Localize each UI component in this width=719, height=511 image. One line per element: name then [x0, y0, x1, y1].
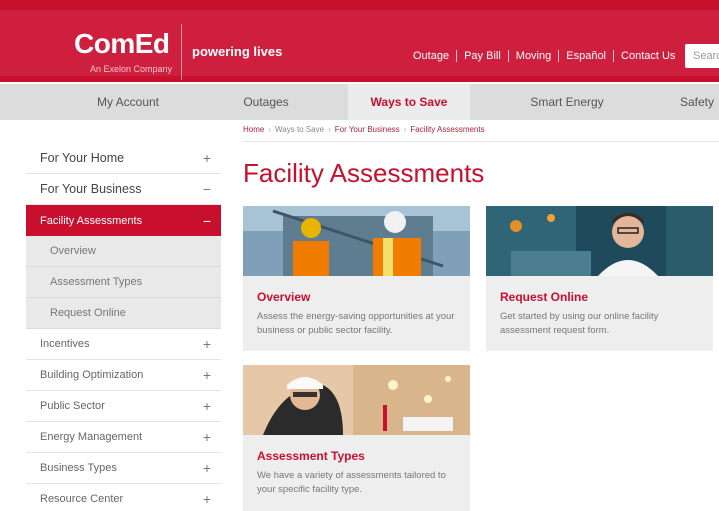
sidebar-item-business-types[interactable]: Business Types +	[26, 453, 221, 484]
workers-photo	[243, 206, 470, 276]
card-title: Assessment Types	[257, 449, 365, 463]
sidebar-item-label: Facility Assessments	[40, 214, 143, 227]
card-request-online[interactable]: Request Online Get started by using our …	[486, 206, 713, 351]
nav-ways-to-save[interactable]: Ways to Save	[348, 84, 470, 120]
sidebar-item-label: Incentives	[40, 338, 90, 350]
sidebar-subitem-assessment-types[interactable]: Assessment Types	[26, 267, 221, 298]
minus-icon: −	[202, 181, 211, 197]
plus-icon: +	[202, 491, 211, 507]
sidebar-item-label: Business Types	[40, 462, 117, 474]
breadcrumb: Home › Ways to Save › For Your Business …	[243, 125, 485, 134]
nav-smart-energy[interactable]: Smart Energy	[500, 84, 634, 120]
card-overview[interactable]: Overview Assess the energy-saving opport…	[243, 206, 470, 351]
plus-icon: +	[202, 398, 211, 414]
engineer-photo	[243, 365, 470, 435]
plus-icon: +	[202, 150, 211, 166]
tagline: powering lives	[192, 44, 283, 59]
card-title: Overview	[257, 290, 311, 304]
sidebar-item-label: For Your Business	[40, 182, 142, 196]
contact-us-link[interactable]: Contact Us	[614, 50, 682, 62]
sidebar-item-label: For Your Home	[40, 151, 125, 165]
plus-icon: +	[202, 367, 211, 383]
sidebar-item-label: Assessment Types	[50, 276, 143, 288]
nav-outages[interactable]: Outages	[208, 84, 324, 120]
logo-subtitle: An Exelon Company	[90, 64, 173, 74]
card-description: Get started by using our online facility…	[500, 311, 659, 336]
site-header: ComEd An Exelon Company powering lives O…	[0, 0, 719, 82]
page-title: Facility Assessments	[243, 158, 485, 188]
breadcrumb-divider	[243, 141, 719, 142]
sidebar-item-incentives[interactable]: Incentives +	[26, 329, 221, 360]
sidebar-subitem-overview[interactable]: Overview	[26, 236, 221, 267]
sidebar-item-for-your-business[interactable]: For Your Business −	[26, 174, 221, 205]
sidebar-item-label: Overview	[50, 245, 96, 257]
sidebar-item-label: Building Optimization	[40, 369, 144, 381]
search-input[interactable]: Searc	[685, 44, 719, 68]
sidebar-item-label: Request Online	[50, 307, 126, 319]
card-description: Assess the energy-saving opportunities a…	[257, 311, 455, 336]
breadcrumb-ways-to-save[interactable]: Ways to Save	[275, 125, 324, 134]
minus-icon: −	[202, 212, 211, 229]
sidebar-item-public-sector[interactable]: Public Sector +	[26, 391, 221, 422]
sidebar-item-building-optimization[interactable]: Building Optimization +	[26, 360, 221, 391]
espanol-link[interactable]: Español	[559, 50, 615, 62]
comed-logo[interactable]: ComEd An Exelon Company	[26, 24, 182, 80]
breadcrumb-separator: ›	[268, 125, 272, 134]
card-assessment-types[interactable]: Assessment Types We have a variety of as…	[243, 365, 470, 511]
office-worker-photo	[486, 206, 713, 276]
card-description: We have a variety of assessments tailore…	[257, 470, 446, 495]
outage-link[interactable]: Outage	[406, 50, 458, 62]
utility-nav: Outage Pay Bill Moving Español Contact U…	[406, 50, 682, 62]
header-bar: ComEd An Exelon Company powering lives O…	[0, 10, 719, 80]
breadcrumb-separator: ›	[403, 125, 407, 134]
sidebar: For Your Home + For Your Business − Faci…	[26, 143, 221, 511]
plus-icon: +	[202, 336, 211, 352]
sidebar-item-resource-center[interactable]: Resource Center +	[26, 484, 221, 511]
logo-wordmark: ComEd	[74, 28, 170, 59]
moving-link[interactable]: Moving	[509, 50, 560, 62]
sidebar-item-label: Resource Center	[40, 493, 124, 505]
sidebar-item-label: Energy Management	[40, 431, 143, 443]
sidebar-item-facility-assessments[interactable]: Facility Assessments −	[26, 205, 221, 236]
nav-my-account[interactable]: My Account	[48, 84, 208, 120]
card-title: Request Online	[500, 290, 589, 304]
sidebar-item-label: Public Sector	[40, 400, 105, 412]
sidebar-item-for-your-home[interactable]: For Your Home +	[26, 143, 221, 174]
breadcrumb-separator: ›	[328, 125, 331, 134]
pay-bill-link[interactable]: Pay Bill	[457, 50, 509, 62]
main-nav: My Account Outages Ways to Save Smart En…	[0, 84, 719, 120]
breadcrumb-for-your-business[interactable]: For Your Business	[335, 125, 400, 134]
breadcrumb-home[interactable]: Home	[243, 125, 264, 134]
plus-icon: +	[202, 429, 211, 445]
sidebar-subitem-request-online[interactable]: Request Online	[26, 298, 221, 329]
sidebar-item-energy-management[interactable]: Energy Management +	[26, 422, 221, 453]
breadcrumb-facility-assessments: Facility Assessments	[410, 125, 485, 134]
nav-safety[interactable]: Safety	[660, 84, 719, 120]
plus-icon: +	[202, 460, 211, 476]
